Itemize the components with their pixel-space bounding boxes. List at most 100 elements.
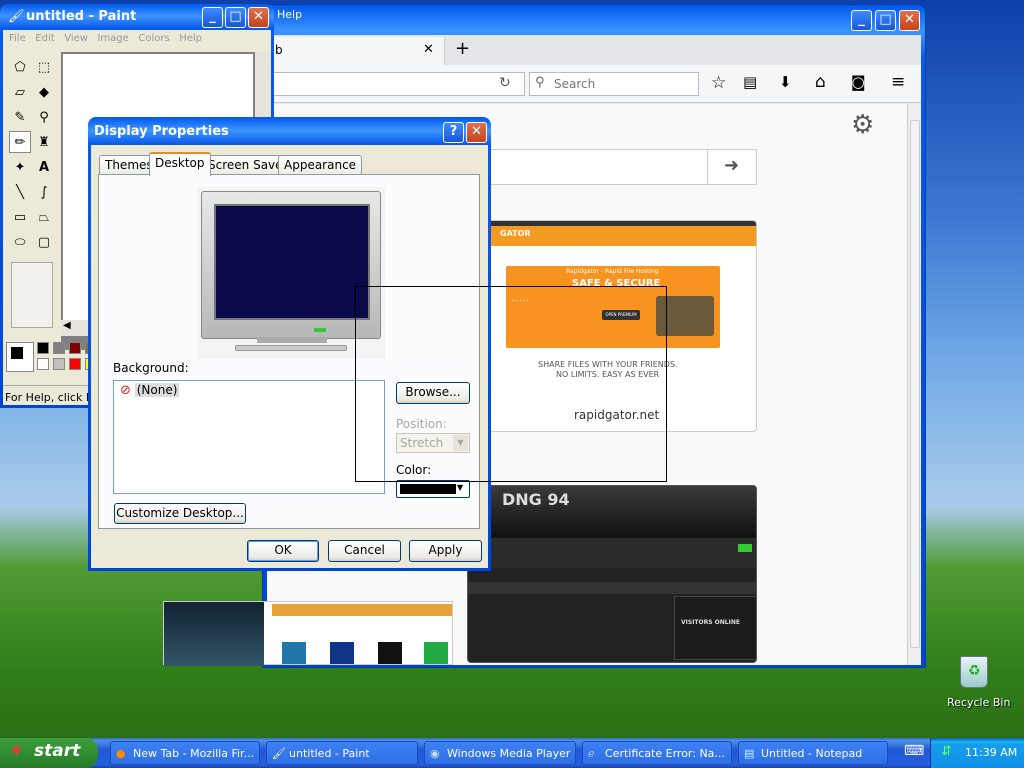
maximize-button[interactable]: □ (875, 10, 896, 31)
search-box[interactable]: ⚲ Search (529, 72, 699, 96)
visitors-panel: VISITORS ONLINE (674, 596, 756, 660)
bookmarks-menu-icon[interactable]: ▤ (743, 73, 757, 91)
taskbar-item-label: Certificate Error: Na... (605, 747, 725, 760)
rectangle-icon[interactable]: ▭ (9, 206, 31, 228)
magnifier-icon[interactable]: ⚲ (33, 106, 55, 128)
ok-button[interactable]: OK (247, 540, 319, 562)
firefox-icon: ● (116, 747, 126, 760)
tab-new-tab[interactable]: b ✕ (267, 37, 445, 65)
tab-appearance[interactable]: Appearance (278, 155, 363, 175)
palette-swatch[interactable] (37, 342, 49, 354)
search-icon: ⚲ (535, 75, 545, 90)
apply-button[interactable]: Apply (409, 540, 482, 562)
curve-icon[interactable]: ∫ (33, 181, 55, 203)
current-colors[interactable] (6, 342, 34, 372)
pencil-icon[interactable]: ✏ (9, 131, 31, 153)
paint-menu-bar: File Edit View Image Colors Help (9, 33, 202, 44)
color-swatch (400, 484, 456, 494)
airbrush-icon[interactable]: ✦ (9, 156, 31, 178)
color-picker-button[interactable]: ▼ (396, 480, 470, 498)
firefox-title-bar[interactable]: Help _ □ ✕ (263, 5, 925, 35)
dropdown-arrow-icon: ▼ (457, 483, 464, 492)
paint-maximize-button[interactable]: □ (225, 7, 246, 28)
taskbar-item-certificate-error[interactable]: ℯ Certificate Error: Na... (582, 741, 732, 765)
menu-colors[interactable]: Colors (138, 33, 169, 44)
rounded-rect-icon[interactable]: ▢ (33, 231, 55, 253)
menu-icon[interactable]: ≡ (891, 72, 905, 92)
eraser-icon[interactable]: ▱ (9, 81, 31, 103)
ellipse-icon[interactable]: ⬭ (9, 231, 31, 253)
brush-icon[interactable]: ♜ (33, 131, 55, 153)
minimize-button[interactable]: _ (851, 10, 872, 31)
start-button[interactable]: ❖ start (0, 738, 98, 768)
background-list-item-none[interactable]: ⊘ (None) (120, 383, 180, 399)
paint-icon: 🖌 (272, 747, 286, 760)
recycle-bin-desktop-icon[interactable]: ♻ Recycle Bin (940, 656, 1010, 712)
taskbar-item-notepad[interactable]: ▤ Untitled - Notepad (738, 741, 888, 765)
paint-title: untitled - Paint (26, 9, 137, 24)
downloads-icon[interactable]: ⬇ (779, 73, 792, 91)
paint-minimize-button[interactable]: _ (202, 7, 223, 28)
menu-edit[interactable]: Edit (35, 33, 54, 44)
clock: 11:39 AM (965, 746, 1018, 759)
menu-file[interactable]: File (9, 33, 26, 44)
keyboard-icon[interactable]: ⌨ (904, 743, 924, 759)
dark-site-logo: DNG 94 (502, 490, 570, 509)
paint-close-button[interactable]: ✕ (248, 7, 269, 28)
taskbar-item-media-player[interactable]: ◉ Windows Media Player (424, 741, 576, 765)
new-tab-icon[interactable]: + (455, 38, 470, 59)
text-icon[interactable]: A (33, 156, 55, 178)
url-bar[interactable]: ↻ (267, 72, 525, 96)
scrollbar-thumb[interactable] (910, 120, 920, 648)
reload-icon[interactable]: ↻ (499, 75, 511, 91)
taskbar-item-paint[interactable]: 🖌 untitled - Paint (266, 741, 418, 765)
polygon-icon[interactable]: ⏢ (33, 206, 55, 228)
search-placeholder: Search (554, 77, 596, 91)
tab-title: b (275, 43, 283, 57)
free-select-icon[interactable]: ⬠ (9, 56, 31, 78)
rect-select-icon[interactable]: ⬚ (33, 56, 55, 78)
top-site-tile-music[interactable] (163, 601, 453, 666)
settings-gear-icon[interactable]: ⚙ (851, 110, 874, 140)
background-list[interactable]: ⊘ (None) (113, 380, 385, 494)
help-button[interactable]: ? (443, 122, 464, 143)
home-icon[interactable]: ⌂ (815, 72, 826, 92)
taskbar: ❖ start ● New Tab - Mozilla Fir... 🖌 unt… (0, 738, 1024, 768)
fill-icon[interactable]: ◆ (33, 81, 55, 103)
help-menu[interactable]: Help (277, 8, 302, 21)
palette-swatch[interactable] (53, 342, 65, 354)
dialog-close-button[interactable]: ✕ (466, 122, 487, 143)
scroll-left-icon[interactable]: ◀ (63, 320, 71, 331)
bookmark-star-icon[interactable]: ☆ (711, 73, 726, 93)
network-tray-icon[interactable]: ⇵ (941, 744, 952, 759)
menu-help[interactable]: Help (179, 33, 202, 44)
tool-options[interactable] (11, 262, 53, 328)
customize-desktop-button[interactable]: Customize Desktop... (114, 503, 246, 524)
notepad-icon: ▤ (744, 747, 755, 760)
vertical-scrollbar[interactable] (907, 104, 921, 665)
line-icon[interactable]: ╲ (9, 181, 31, 203)
monitor-stand (235, 345, 347, 351)
tab-desktop[interactable]: Desktop (149, 152, 211, 176)
palette-swatch[interactable] (69, 358, 81, 370)
palette-swatch[interactable] (53, 358, 65, 370)
top-site-tile-dark[interactable]: DNG 94 VISITORS ONLINE (467, 485, 757, 663)
cancel-button[interactable]: Cancel (328, 540, 401, 562)
background-label: Background: (113, 361, 189, 375)
color-picker-icon[interactable]: ✎ (9, 106, 31, 128)
search-go-arrow-icon[interactable]: ➜ (707, 150, 755, 184)
menu-view[interactable]: View (64, 33, 88, 44)
close-button[interactable]: ✕ (899, 10, 920, 31)
pocket-icon[interactable]: ◙ (851, 73, 866, 91)
taskbar-item-firefox[interactable]: ● New Tab - Mozilla Fir... (110, 741, 260, 765)
media-player-icon: ◉ (430, 747, 440, 760)
palette-swatch[interactable] (69, 342, 81, 354)
menu-image[interactable]: Image (97, 33, 128, 44)
tool-box: ⬠ ⬚ ▱ ◆ ✎ ⚲ ✏ ♜ ✦ A ╲ ∫ ▭ ⏢ ⬭ ▢ (7, 56, 57, 266)
palette-swatch[interactable] (37, 358, 49, 370)
taskbar-item-label: Windows Media Player (447, 747, 571, 760)
paint-app-icon: 🖌 (8, 9, 25, 24)
close-tab-icon[interactable]: ✕ (423, 42, 434, 57)
none-icon: ⊘ (120, 383, 131, 398)
ie-icon: ℯ (588, 747, 595, 760)
